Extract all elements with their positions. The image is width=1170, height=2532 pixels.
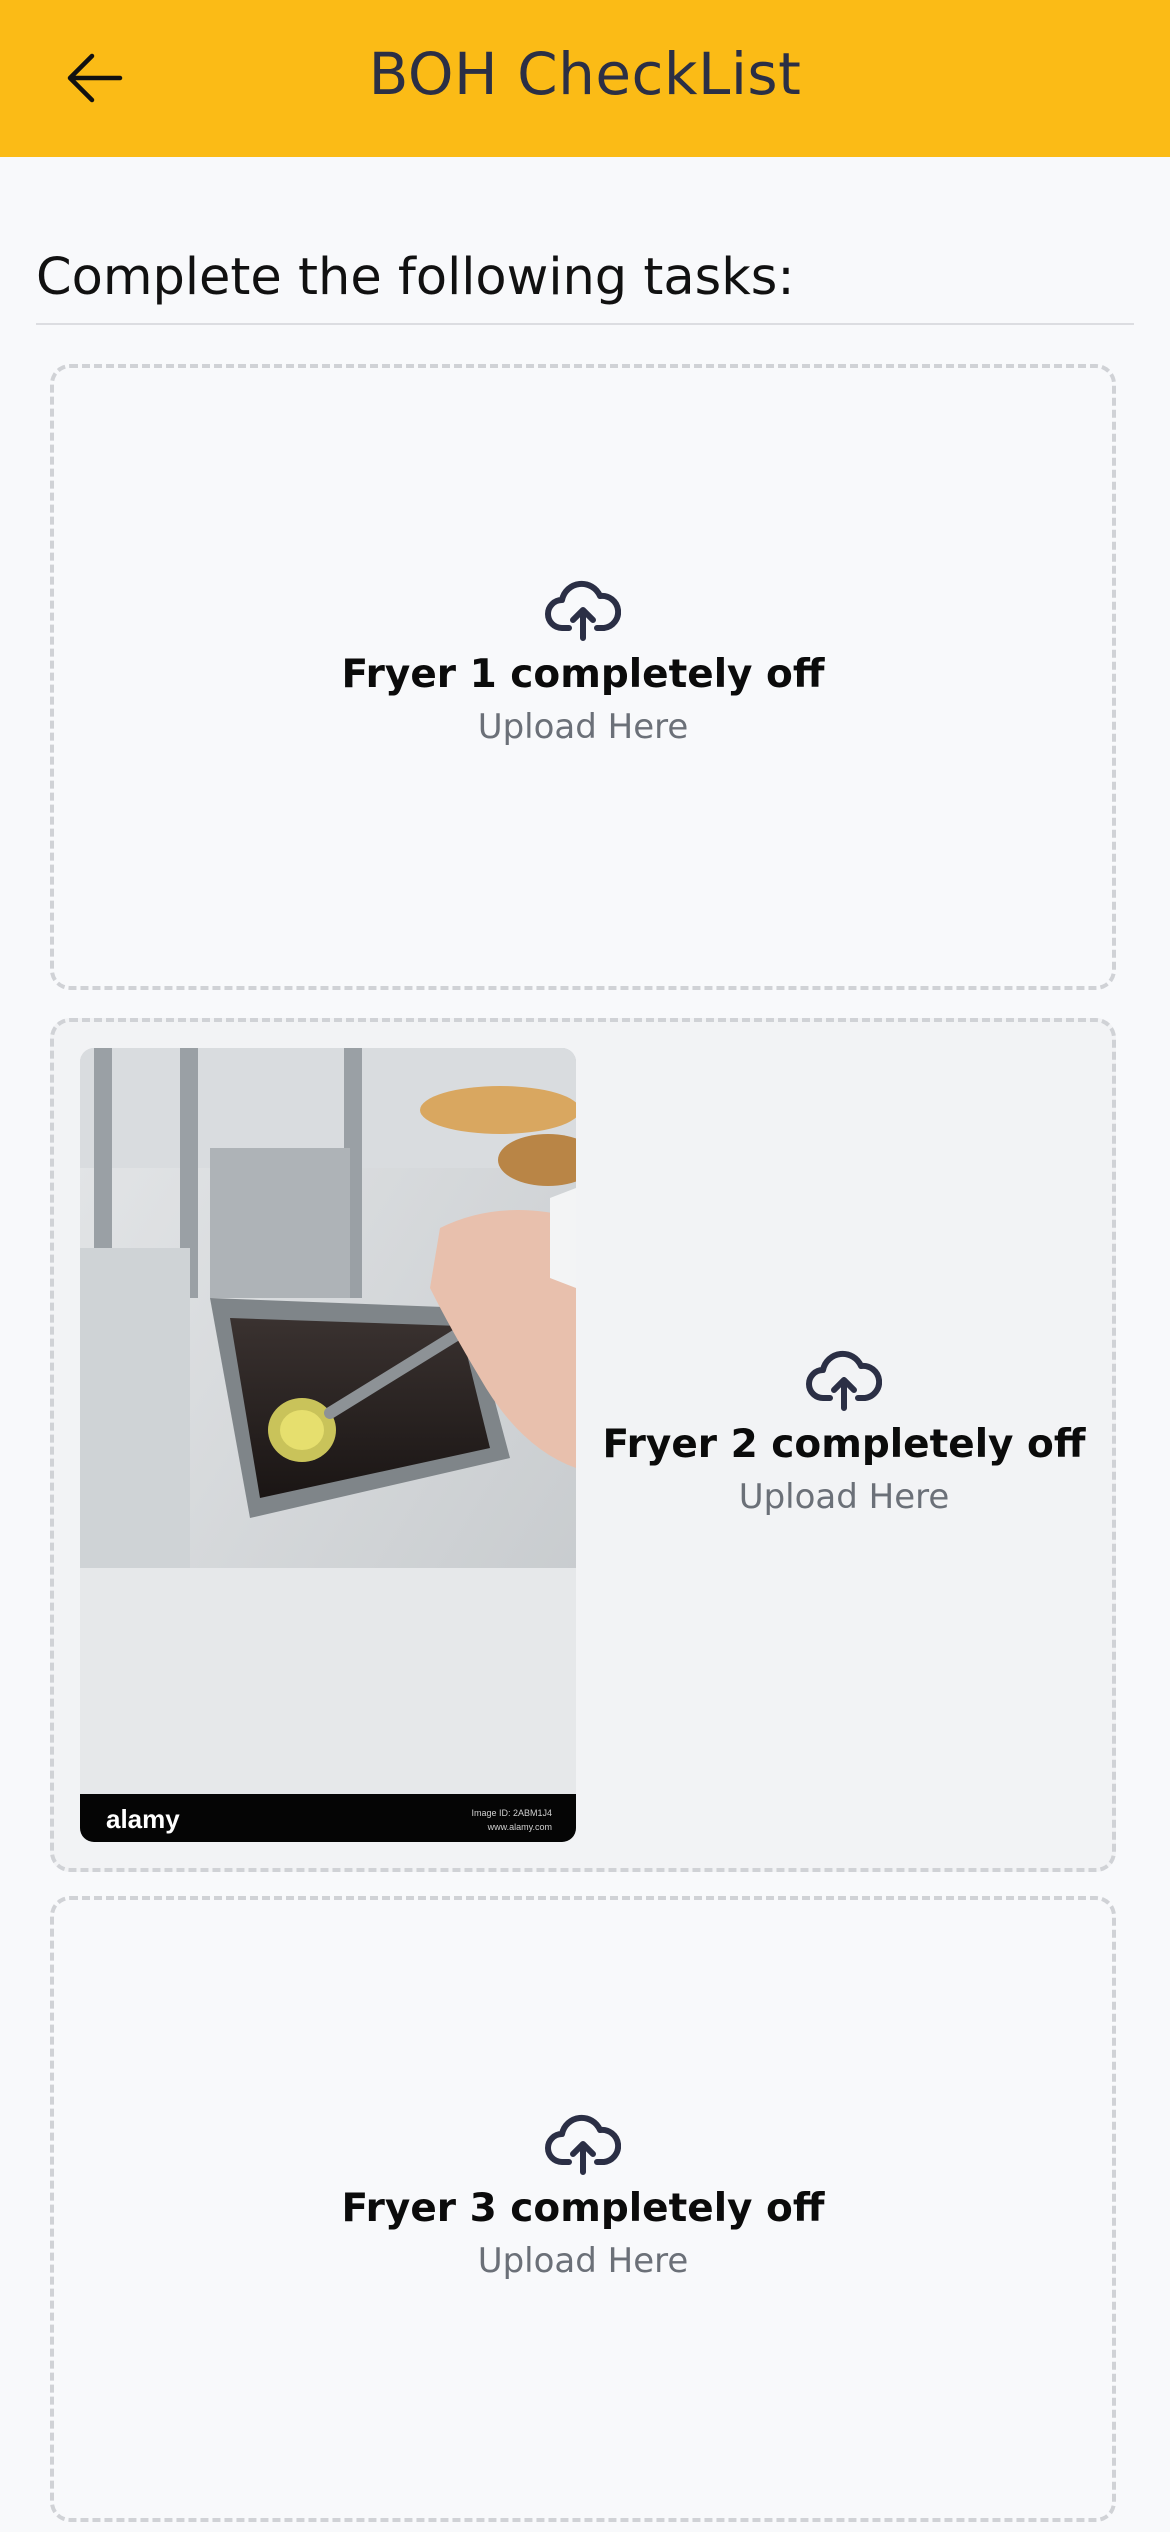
cloud-upload-icon <box>545 2114 622 2180</box>
task-title: Fryer 2 completely off <box>602 1422 1086 1467</box>
header-bar: BOH CheckList <box>0 0 1170 157</box>
upload-card-fryer-3[interactable]: Fryer 3 completely off Upload Here <box>50 1896 1116 2522</box>
page-title: BOH CheckList <box>368 40 802 108</box>
upload-card-fryer-2[interactable]: alamy Image ID: 2ABM1J4 www.alamy.com Fr… <box>50 1018 1116 1872</box>
upload-card-fryer-1[interactable]: Fryer 1 completely off Upload Here <box>50 364 1116 990</box>
cloud-upload-icon <box>806 1350 883 1416</box>
cloud-upload-icon <box>545 580 622 646</box>
uploaded-photo[interactable]: alamy Image ID: 2ABM1J4 www.alamy.com <box>80 1048 576 1842</box>
upload-hint: Upload Here <box>738 1477 950 1517</box>
tasks-heading: Complete the following tasks: <box>36 248 795 307</box>
photo-watermark: alamy <box>106 1804 180 1834</box>
photo-site: www.alamy.com <box>487 1822 552 1832</box>
photo-image-id: Image ID: 2ABM1J4 <box>471 1808 552 1818</box>
task-title: Fryer 1 completely off <box>341 652 825 697</box>
heading-divider <box>36 323 1134 325</box>
upload-hint: Upload Here <box>477 2241 689 2281</box>
upload-hint: Upload Here <box>477 707 689 747</box>
task-title: Fryer 3 completely off <box>341 2186 825 2231</box>
